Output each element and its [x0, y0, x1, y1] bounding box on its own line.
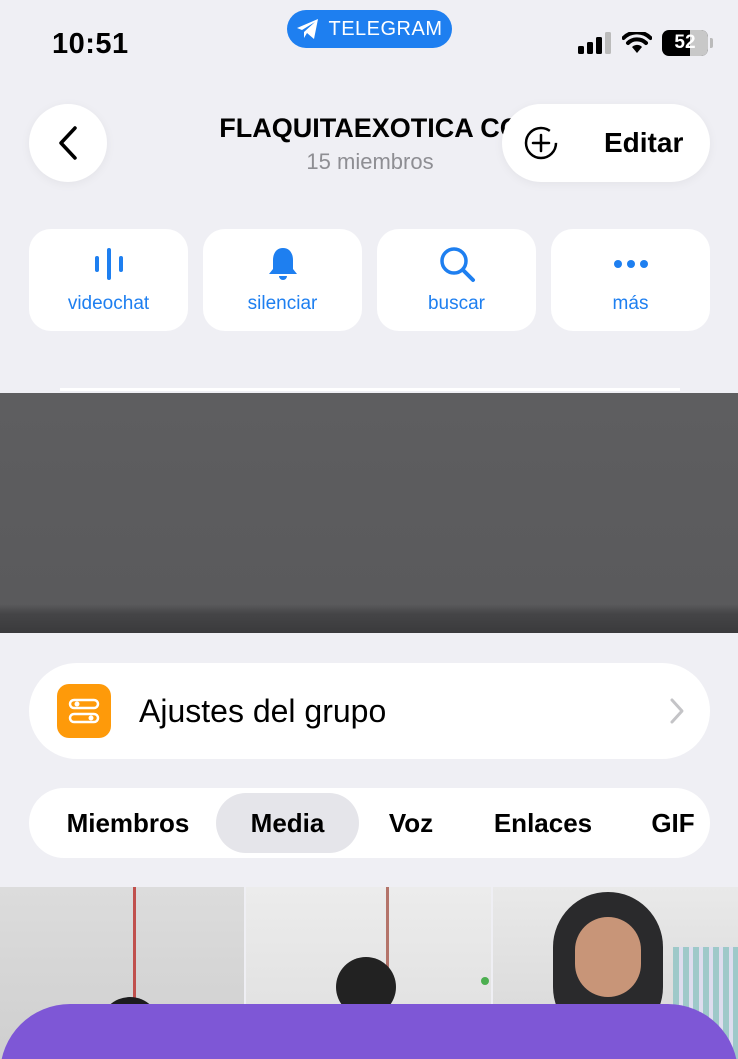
tab-voice-label: Voz [388, 807, 434, 838]
tab-media-label: Media [250, 807, 325, 838]
edit-button[interactable]: Editar [604, 127, 683, 159]
wifi-icon [622, 32, 652, 53]
voice-chat-icon [94, 248, 123, 280]
tab-members[interactable]: Miembros [41, 788, 215, 858]
more-label: más [612, 293, 649, 314]
search-button[interactable]: buscar [377, 229, 536, 331]
group-settings-label: Ajustes del grupo [139, 692, 387, 729]
more-button[interactable]: más [551, 229, 710, 331]
status-time: 10:51 [52, 28, 129, 60]
signal-icon [578, 32, 611, 54]
tab-voice[interactable]: Voz [369, 788, 453, 858]
tab-links-label: Enlaces [493, 807, 593, 838]
battery-icon: 52 [662, 30, 713, 56]
tab-gif-label: GIF [651, 807, 695, 838]
status-bar: 10:51 TELEGRAM 52 [0, 0, 738, 80]
mute-button[interactable]: silenciar [203, 229, 362, 331]
tab-members-label: Miembros [66, 807, 190, 838]
videochat-button[interactable]: videochat [29, 229, 188, 331]
redacted-area [0, 393, 738, 633]
tab-media[interactable]: Media [216, 788, 359, 858]
telegram-pill[interactable]: TELEGRAM [287, 10, 452, 48]
header-actions: Editar [502, 104, 710, 182]
battery-level: 52 [674, 32, 696, 53]
status-icons: 52 [578, 30, 713, 56]
add-circle-icon[interactable] [522, 124, 560, 162]
group-settings-row[interactable]: Ajustes del grupo [29, 663, 710, 759]
chevron-right-icon [670, 698, 684, 724]
sliders-icon [57, 684, 111, 738]
telegram-pill-label: TELEGRAM [328, 17, 443, 40]
chevron-left-icon [59, 126, 77, 160]
search-icon [439, 247, 475, 282]
overlay-banner [0, 1004, 738, 1059]
divider [60, 388, 680, 391]
mute-label: silenciar [247, 293, 318, 314]
tab-gif[interactable]: GIF [629, 788, 710, 858]
media-tabs: Miembros Media Voz Enlaces GIF [29, 788, 710, 858]
more-icon [613, 260, 648, 268]
tab-links[interactable]: Enlaces [473, 788, 613, 858]
videochat-label: videochat [67, 293, 150, 314]
telegram-icon [297, 19, 319, 39]
back-button[interactable] [29, 104, 107, 182]
bell-icon [268, 248, 297, 280]
search-label: buscar [427, 293, 486, 314]
